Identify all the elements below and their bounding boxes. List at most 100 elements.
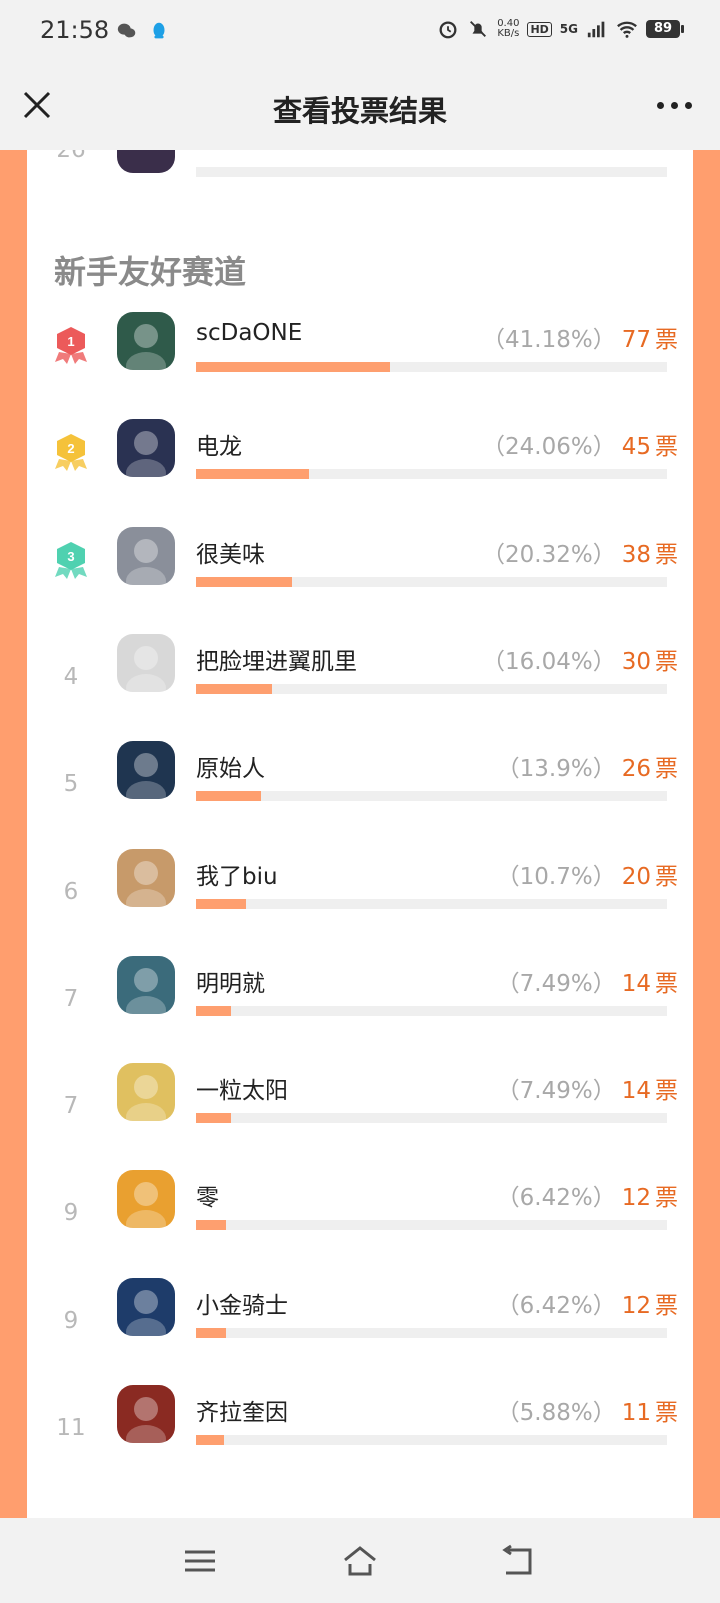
candidate-name: 原始人	[196, 756, 265, 782]
rank-number: 4	[63, 664, 79, 690]
vote-percent: （10.7%）	[496, 864, 616, 890]
battery-indicator: 89	[646, 20, 684, 38]
vote-bar-track	[196, 1435, 667, 1445]
header-bar: 查看投票结果	[0, 64, 720, 150]
vote-bar-fill	[196, 577, 292, 587]
vote-percent: （41.18%）	[482, 327, 616, 353]
rank-medal-icon: 3	[55, 542, 87, 579]
rank-medal-icon: 2	[55, 434, 87, 471]
vote-stat: （16.04%） 30	[482, 642, 651, 676]
vote-bar-fill	[196, 899, 246, 909]
vote-percent: （5.88%）	[496, 1400, 616, 1426]
clock: 21:58	[40, 16, 110, 44]
vote-unit: 票	[655, 1293, 678, 1319]
vote-bar-fill	[196, 791, 261, 801]
rank-number: 1	[67, 334, 74, 349]
vote-count: 45	[621, 434, 651, 460]
avatar	[117, 312, 175, 370]
vote-stat: （7.49%） 14	[497, 1071, 651, 1105]
list-item-previous: 26	[27, 150, 693, 205]
vote-bar-fill	[196, 469, 309, 479]
vote-bar-track	[196, 1328, 667, 1338]
rank-number: 5	[63, 771, 79, 797]
alarm-icon	[439, 21, 457, 39]
vote-percent: （6.42%）	[496, 1293, 616, 1319]
vote-bar-fill	[196, 1113, 231, 1123]
candidate-name: 电龙	[196, 434, 242, 460]
list-item: 9 小金骑士 （6.42%） 12 票	[27, 1278, 693, 1368]
signal-icon	[587, 21, 605, 38]
candidate-name: 一粒太阳	[196, 1078, 288, 1104]
vote-bar-track	[196, 469, 667, 479]
avatar	[117, 1385, 175, 1443]
home-icon[interactable]	[342, 1544, 378, 1578]
rank-number: 9	[63, 1308, 79, 1334]
vote-stat: （41.18%） 77	[482, 320, 651, 354]
avatar	[117, 956, 175, 1014]
vote-percent: （6.42%）	[496, 1185, 616, 1211]
rank-number: 26	[56, 150, 86, 163]
rank-number: 7	[63, 986, 79, 1012]
avatar	[117, 419, 175, 477]
vote-unit: 票	[655, 1078, 678, 1104]
menu-icon[interactable]	[182, 1544, 218, 1578]
vote-unit: 票	[655, 1400, 678, 1426]
vote-count: 30	[621, 649, 651, 675]
vote-count: 12	[621, 1185, 651, 1211]
rank-number: 9	[63, 1200, 79, 1226]
vote-bar-track	[196, 1006, 667, 1016]
vote-bar-track	[196, 362, 667, 372]
vote-unit: 票	[655, 971, 678, 997]
rank-number: 11	[56, 1415, 86, 1441]
vote-count: 38	[621, 542, 651, 568]
vote-count: 20	[621, 864, 651, 890]
vote-bar-fill	[196, 1220, 226, 1230]
list-item: 6 我了biu （10.7%） 20 票	[27, 849, 693, 939]
candidate-name: scDaONE	[196, 320, 303, 346]
results-page: 26 新手友好赛道 1 scDaONE （41.18%） 77 票 2 电龙 （…	[0, 150, 720, 1518]
candidate-name: 很美味	[196, 542, 265, 568]
signal-label: 5G	[559, 22, 578, 36]
vote-bar-fill	[196, 1328, 226, 1338]
results-card: 26 新手友好赛道 1 scDaONE （41.18%） 77 票 2 电龙 （…	[27, 150, 693, 1518]
vote-stat: （6.42%） 12	[497, 1178, 651, 1212]
vote-bar-fill	[196, 362, 390, 372]
rank-number: 7	[63, 1093, 79, 1119]
vote-bar-track	[196, 791, 667, 801]
rank-number: 3	[67, 549, 74, 564]
vote-stat: （10.7%） 20	[497, 857, 651, 891]
list-item: 1 scDaONE （41.18%） 77 票	[27, 312, 693, 402]
vote-bar-track	[196, 577, 667, 587]
hd-badge: HD	[527, 21, 552, 37]
vote-count: 77	[621, 327, 651, 353]
section-title: 新手友好赛道	[54, 253, 247, 291]
list-item: 11 齐拉奎因 （5.88%） 11 票	[27, 1385, 693, 1475]
list-item: 7 一粒太阳 （7.49%） 14 票	[27, 1063, 693, 1153]
vote-unit: 票	[655, 327, 678, 353]
vote-percent: （13.9%）	[496, 756, 616, 782]
vote-count: 11	[621, 1400, 651, 1426]
vote-bar-fill	[196, 684, 272, 694]
more-options-icon[interactable]	[657, 102, 692, 109]
vote-stat: （20.32%） 38	[482, 535, 651, 569]
avatar	[117, 1170, 175, 1228]
rank-number: 6	[63, 879, 79, 905]
candidate-name: 齐拉奎因	[196, 1400, 288, 1426]
back-icon[interactable]	[502, 1544, 538, 1578]
vote-count: 14	[621, 971, 651, 997]
vote-bar-fill	[196, 1435, 224, 1445]
vote-count: 26	[621, 756, 651, 782]
candidate-name: 小金骑士	[196, 1293, 288, 1319]
avatar	[117, 527, 175, 585]
rank-medal-icon: 1	[55, 327, 87, 364]
vote-bar-track	[196, 899, 667, 909]
vote-count: 12	[621, 1293, 651, 1319]
status-bar: 21:58 0.40 KB/s HD 5G 89	[0, 0, 720, 64]
list-item: 5 原始人 （13.9%） 26 票	[27, 741, 693, 831]
vote-percent: （16.04%）	[482, 649, 616, 675]
list-item: 7 明明就 （7.49%） 14 票	[27, 956, 693, 1046]
network-speed: 0.40 KB/s	[497, 18, 520, 39]
vote-unit: 票	[655, 542, 678, 568]
avatar	[117, 741, 175, 799]
avatar	[117, 1278, 175, 1336]
